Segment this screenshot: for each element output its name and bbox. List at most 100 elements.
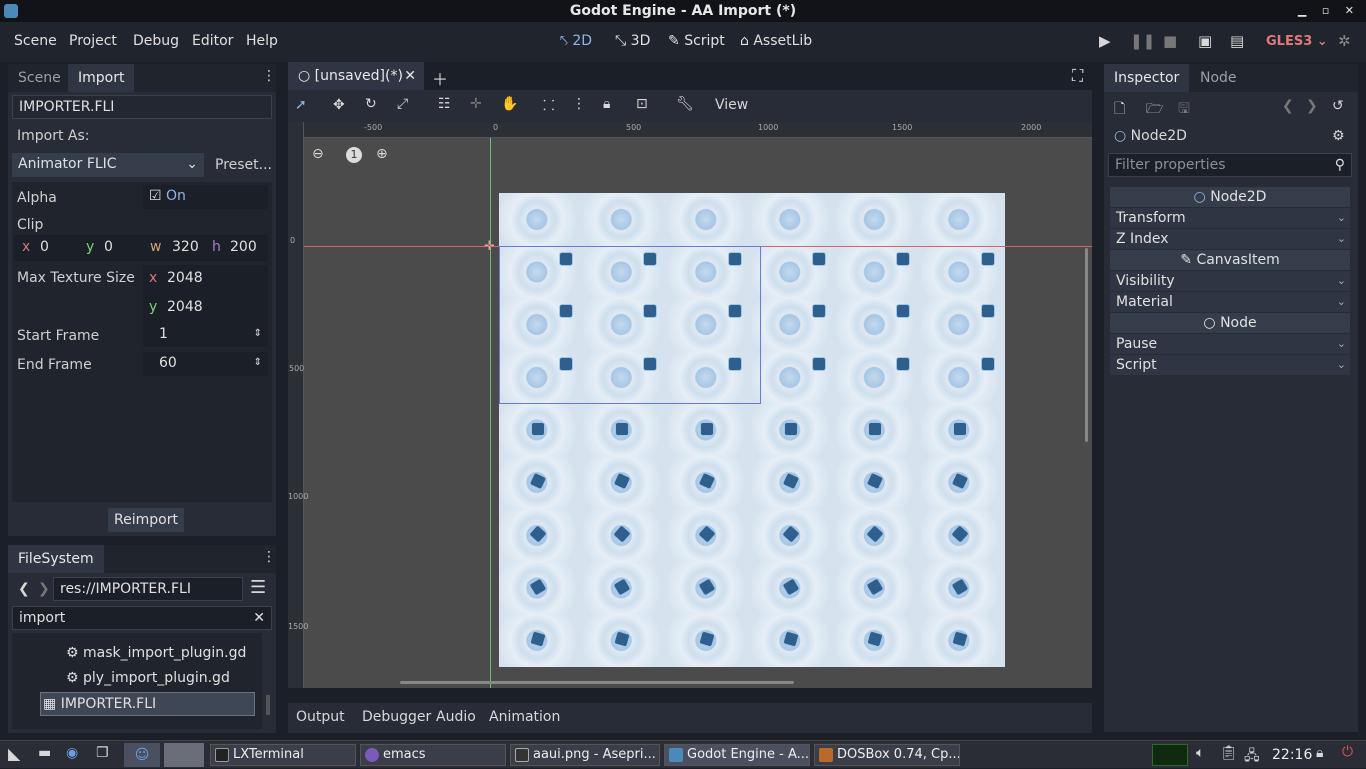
filesystem-path[interactable]: res://IMPORTER.FLI [53, 577, 243, 601]
tab-audio[interactable]: Audio [436, 709, 476, 725]
property-z-index[interactable]: Z Index ⌄ [1110, 229, 1350, 249]
section-node[interactable]: ○ Node [1110, 313, 1350, 333]
menu-scene[interactable]: Scene [14, 33, 57, 49]
file-item[interactable]: ⚙ ply_import_plugin.gd [66, 670, 230, 686]
section-node2d[interactable]: ○ Node2D [1110, 187, 1350, 207]
clipboard-icon[interactable]: 📋︎ [1220, 745, 1238, 761]
importer-select[interactable]: Animator FLIC ⌄ [12, 153, 204, 177]
play-icon[interactable]: ▶ [1099, 32, 1111, 50]
clip-x-input[interactable]: 0 [40, 239, 49, 255]
tab-output[interactable]: Output [296, 709, 345, 725]
view-menu[interactable]: View [715, 97, 748, 113]
file-item-selected[interactable]: ▦ IMPORTER.FLI [40, 692, 255, 716]
reimport-button[interactable]: Reimport [108, 508, 184, 532]
property-pause[interactable]: Pause ⌄ [1110, 334, 1350, 354]
tab-inspector[interactable]: Inspector [1104, 64, 1190, 92]
menu-editor[interactable]: Editor [192, 33, 233, 49]
file-manager-icon[interactable]: ▬ [38, 745, 51, 761]
property-transform[interactable]: Transform ⌄ [1110, 208, 1350, 228]
godot-launcher-icon[interactable]: ☺ [124, 743, 160, 767]
clip-y-input[interactable]: 0 [104, 239, 113, 255]
menu-debug[interactable]: Debug [133, 33, 179, 49]
history-back-icon[interactable]: ❮ [1282, 98, 1294, 114]
volume-icon[interactable]: 🔈︎ [1196, 745, 1204, 761]
alpha-checkbox[interactable]: ☑ On [143, 185, 268, 209]
max-texture-y-input[interactable]: 2048 [167, 299, 203, 315]
workspace-script[interactable]: ✎ Script [668, 33, 725, 49]
task-emacs[interactable]: emacs [360, 744, 506, 766]
windows-icon[interactable]: ❐ [96, 745, 109, 761]
preset-button[interactable]: Preset... [215, 157, 272, 173]
canvas-viewport[interactable]: -500 0 500 1000 1500 2000 0 500 1000 150… [288, 122, 1092, 688]
fullscreen-icon[interactable]: ⛶ [1072, 66, 1083, 86]
task-godot[interactable]: Godot Engine - A... [664, 744, 810, 766]
dock-menu-icon[interactable]: ⋮ [262, 68, 276, 84]
close-icon[interactable]: ✕ [404, 62, 416, 90]
task-lxterminal[interactable]: LXTerminal [210, 744, 356, 766]
tab-animation[interactable]: Animation [489, 709, 560, 725]
history-icon[interactable]: ↺ [1332, 98, 1344, 114]
zoom-reset-button[interactable]: 1 [346, 147, 362, 163]
max-texture-x-input[interactable]: 2048 [167, 270, 203, 286]
spinner-arrows-icon[interactable]: ⇕ [254, 352, 262, 374]
lock-icon[interactable]: 🔒︎ [603, 96, 610, 112]
pivot-tool-icon[interactable]: ✛ [470, 96, 482, 112]
list-select-icon[interactable]: ☷ [438, 96, 451, 112]
property-script[interactable]: Script ⌄ [1110, 355, 1350, 375]
back-icon[interactable]: ❮ [18, 581, 30, 597]
group-icon[interactable]: ⊡ [636, 96, 648, 112]
network-icon[interactable]: 🖧︎ [1244, 745, 1260, 769]
window-controls[interactable]: ▁ ▫ ✕ [1298, 0, 1360, 22]
rotate-tool-icon[interactable]: ↻ [365, 96, 377, 112]
select-tool-icon[interactable]: ➚ [295, 97, 307, 113]
tab-scene[interactable]: Scene [8, 64, 71, 92]
tab-debugger[interactable]: Debugger [362, 709, 431, 725]
stop-icon[interactable]: ■ [1163, 32, 1177, 50]
property-visibility[interactable]: Visibility ⌄ [1110, 271, 1350, 291]
snap-icon[interactable]: ⸬ [543, 96, 555, 115]
object-properties-icon[interactable]: ⚙ [1332, 128, 1345, 144]
section-canvasitem[interactable]: ✎ CanvasItem [1110, 250, 1350, 270]
zoom-in-icon[interactable]: ⊕ [376, 146, 388, 162]
dock-menu-icon[interactable]: ⋮ [262, 549, 276, 565]
play-custom-scene-icon[interactable]: ▤ [1230, 32, 1244, 50]
move-tool-icon[interactable]: ✥ [333, 97, 345, 113]
snap-options-icon[interactable]: ⋮ [572, 96, 586, 112]
power-icon[interactable]: ⏻ [1342, 744, 1353, 760]
browser-icon[interactable]: ◉ [66, 745, 78, 761]
spinner-arrows-icon[interactable]: ⇕ [254, 323, 262, 345]
zoom-out-icon[interactable]: ⊖ [312, 146, 324, 162]
start-frame-spinbox[interactable]: 1 ⇕ [143, 323, 268, 347]
scrollbar[interactable] [266, 695, 270, 715]
renderer-select[interactable]: GLES3 ⌄ [1266, 34, 1328, 49]
save-icon[interactable]: 🖫︎ [1178, 98, 1190, 122]
workspace-2d[interactable]: ⤣ 2D [560, 33, 592, 49]
scale-tool-icon[interactable]: ⤢ [397, 96, 408, 112]
new-resource-icon[interactable]: 🗋︎ [1114, 98, 1125, 122]
task-dosbox[interactable]: DOSBox 0.74, Cp... [814, 744, 960, 766]
pause-icon[interactable]: ❚❚ [1130, 32, 1155, 50]
forward-icon[interactable]: ❯ [38, 581, 50, 597]
property-material[interactable]: Material ⌄ [1110, 292, 1350, 312]
lock-screen-icon[interactable]: 🔒︎ [1316, 745, 1323, 761]
vertical-scrollbar[interactable] [1085, 248, 1088, 442]
file-item[interactable]: ⚙ mask_import_plugin.gd [66, 645, 246, 661]
menu-project[interactable]: Project [69, 33, 117, 49]
menu-help[interactable]: Help [246, 33, 278, 49]
history-forward-icon[interactable]: ❯ [1306, 98, 1318, 114]
split-mode-icon[interactable]: ☰ [250, 577, 266, 598]
pan-tool-icon[interactable]: ✋ [501, 96, 518, 112]
task-aseprite[interactable]: aaui.png - Asepri... [510, 744, 660, 766]
horizontal-scrollbar[interactable] [400, 681, 794, 684]
workspace-3d[interactable]: ⤡ 3D [615, 33, 650, 49]
tab-scene-unsaved[interactable]: ○ [unsaved](*) ✕ [288, 62, 424, 90]
workspace-assetlib[interactable]: ⌂ AssetLib [740, 33, 812, 49]
clip-h-input[interactable]: 200 [230, 239, 257, 255]
tab-filesystem[interactable]: FileSystem [8, 545, 104, 573]
add-tab-icon[interactable]: ＋ [432, 66, 448, 90]
filesystem-search-input[interactable]: import ✕ [12, 606, 272, 630]
node-origin-icon[interactable]: ✛ [484, 239, 495, 254]
tab-import[interactable]: Import [68, 64, 135, 92]
play-scene-icon[interactable]: ▣ [1198, 32, 1212, 50]
filter-properties-input[interactable]: Filter properties ⚲ [1108, 153, 1352, 177]
